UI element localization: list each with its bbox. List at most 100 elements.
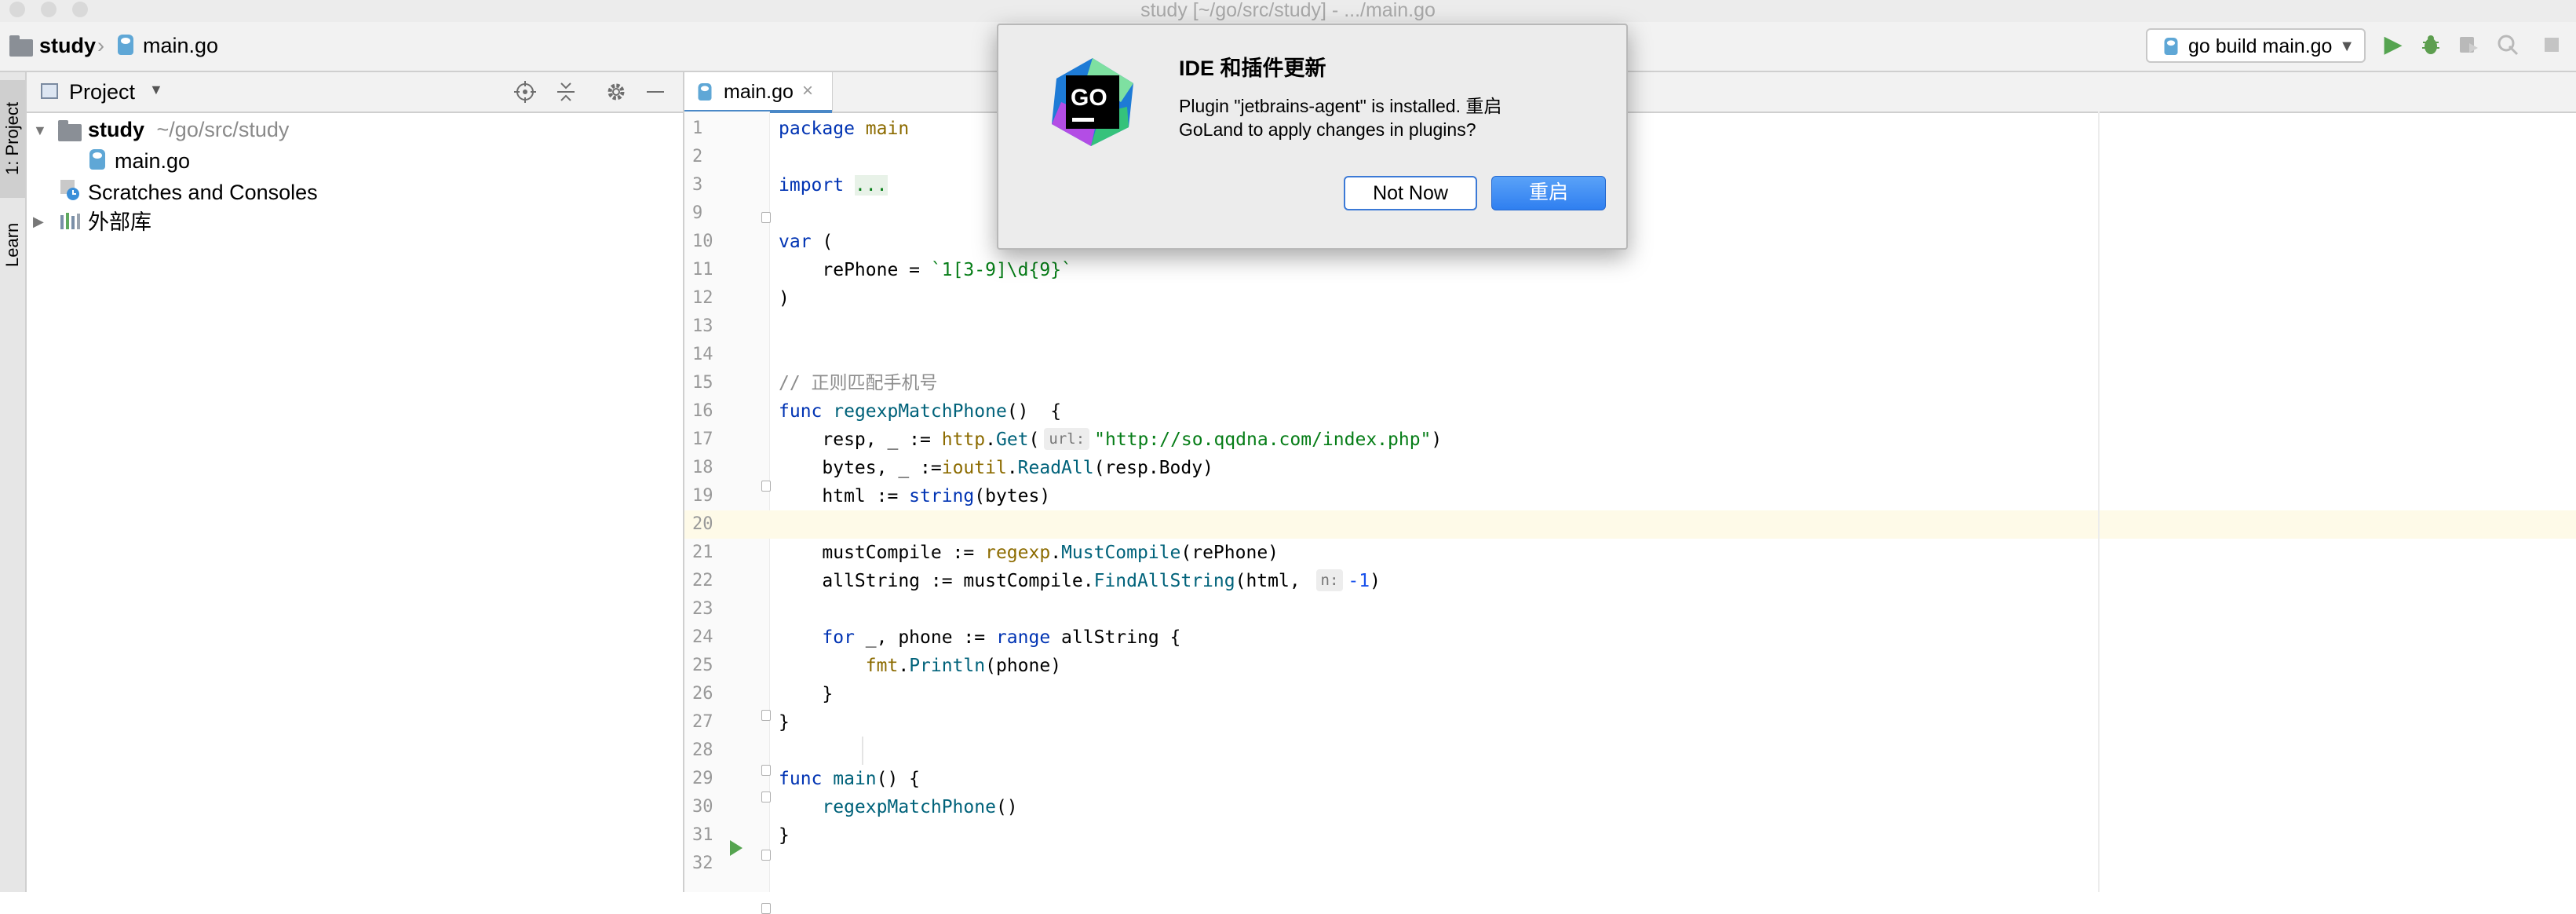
line-number: 18 <box>692 458 713 477</box>
tool-tab-project-label: 1: Project <box>2 102 22 176</box>
line-number: 14 <box>692 345 713 364</box>
gear-icon[interactable] <box>604 80 628 108</box>
goland-logo-icon: GO <box>1045 55 1140 149</box>
window-title-bar: study [~/go/src/study] - .../main.go <box>0 0 2576 22</box>
line-number: 24 <box>692 627 713 647</box>
code-line[interactable]: ) <box>779 284 790 313</box>
line-number: 22 <box>692 571 713 590</box>
code-line[interactable]: rePhone = `1[3-9]\d{9}` <box>779 256 1072 284</box>
line-number: 9 <box>692 203 703 223</box>
go-file-icon <box>89 149 105 170</box>
editor-tab-label: main.go <box>724 81 794 103</box>
breadcrumb-chevron-icon: › <box>97 34 104 57</box>
tool-tab-learn-label: Learn <box>2 222 22 268</box>
tree-root-name: study <box>88 118 145 141</box>
code-line[interactable]: mustCompile := regexp.MustCompile(rePhon… <box>779 539 1279 567</box>
tool-tab-project[interactable]: 1: Project <box>0 80 25 198</box>
code-line[interactable]: bytes, _ :=ioutil.ReadAll(resp.Body) <box>779 454 1213 482</box>
line-number: 20 <box>692 514 713 534</box>
code-line[interactable]: regexpMatchPhone() <box>779 793 1017 821</box>
line-number: 2 <box>692 147 703 166</box>
tree-root-item[interactable]: study ~/go/src/study <box>88 116 289 143</box>
expand-arrow-icon[interactable]: ▶ <box>33 214 44 230</box>
code-line[interactable]: } <box>779 821 790 850</box>
breadcrumb-file[interactable]: main.go <box>143 33 218 58</box>
line-number: 30 <box>692 797 713 817</box>
line-number: 27 <box>692 712 713 732</box>
stop-icon[interactable] <box>2540 33 2563 57</box>
code-line[interactable]: } <box>779 708 790 737</box>
parameter-hint: n: <box>1315 569 1344 591</box>
close-tab-icon[interactable]: × <box>802 79 813 104</box>
line-number: 26 <box>692 684 713 704</box>
editor-tab-main-go[interactable]: main.go × <box>684 72 833 113</box>
profile-icon[interactable] <box>2496 33 2519 57</box>
code-line[interactable]: import ... <box>779 171 888 199</box>
line-number: 29 <box>692 769 713 788</box>
line-number: 28 <box>692 740 713 760</box>
line-number: 17 <box>692 430 713 449</box>
code-line[interactable]: func main() { <box>779 765 920 793</box>
coverage-icon[interactable] <box>2457 33 2480 57</box>
fold-marker-icon[interactable] <box>761 850 771 861</box>
code-line[interactable]: package main <box>779 115 909 143</box>
locate-icon[interactable] <box>513 80 537 108</box>
run-icon[interactable]: ▶ <box>2381 33 2405 57</box>
code-line[interactable]: for _, phone := range allString { <box>779 623 1180 652</box>
folder-icon <box>58 120 82 141</box>
tool-tab-learn[interactable]: Learn <box>0 206 25 284</box>
fold-marker-icon[interactable] <box>761 903 771 914</box>
code-line[interactable]: resp, _ := http.Get(url: "http://so.qqdna… <box>779 426 1442 454</box>
parameter-hint: url: <box>1044 428 1090 450</box>
code-line[interactable]: func regexpMatchPhone() { <box>779 397 1061 426</box>
go-file-icon <box>118 35 133 55</box>
current-line-highlight <box>684 510 2576 539</box>
scratches-icon <box>60 179 80 205</box>
go-file-icon <box>2164 37 2178 56</box>
hide-icon[interactable] <box>647 91 664 93</box>
code-line[interactable]: // 正则匹配手机号 <box>779 369 938 397</box>
line-number: 23 <box>692 599 713 619</box>
not-now-button[interactable]: Not Now <box>1344 176 1477 210</box>
tree-scratches-item[interactable]: Scratches and Consoles <box>88 179 318 206</box>
dialog-title: IDE 和插件更新 <box>1179 57 1326 80</box>
chevron-down-icon: ▼ <box>2339 38 2355 55</box>
code-line[interactable]: fmt.Println(phone) <box>779 652 1061 680</box>
expand-arrow-icon[interactable]: ▼ <box>33 122 47 139</box>
logo-text: GO <box>1071 85 1107 111</box>
run-configuration-label: go build main.go <box>2188 35 2333 57</box>
line-number: 12 <box>692 288 713 308</box>
code-line[interactable]: } <box>779 680 833 708</box>
fold-marker-icon[interactable] <box>761 765 771 776</box>
line-number: 11 <box>692 260 713 280</box>
breadcrumb-project[interactable]: study <box>39 33 96 58</box>
debug-icon[interactable] <box>2419 33 2443 57</box>
run-configuration-select[interactable]: go build main.go ▼ <box>2146 28 2366 63</box>
project-view-icon <box>41 83 58 99</box>
run-gutter-icon[interactable] <box>730 840 743 856</box>
line-number: 16 <box>692 401 713 421</box>
dialog-message: Plugin "jetbrains-agent" is installed. 重… <box>1179 96 1502 140</box>
project-view-title[interactable]: Project <box>69 79 135 105</box>
folder-icon <box>9 35 33 57</box>
tool-window-strip: 1: Project Learn <box>0 72 27 892</box>
window-title: study [~/go/src/study] - .../main.go <box>1140 0 1436 21</box>
line-number: 15 <box>692 373 713 393</box>
fold-marker-icon[interactable] <box>761 212 771 223</box>
line-number: 21 <box>692 543 713 562</box>
collapse-all-icon[interactable] <box>554 80 578 108</box>
tree-file-item[interactable]: main.go <box>115 148 190 174</box>
editor-tab-bar: main.go × <box>684 72 2576 113</box>
fold-marker-icon[interactable] <box>761 792 771 802</box>
code-line[interactable]: html := string(bytes) <box>779 482 1050 510</box>
chevron-down-icon[interactable]: ▼ <box>149 82 163 98</box>
fold-marker-icon[interactable] <box>761 481 771 492</box>
code-line[interactable]: allString := mustCompile.FindAllString(h… <box>779 567 1381 595</box>
line-number: 25 <box>692 656 713 675</box>
code-line[interactable]: var ( <box>779 228 833 256</box>
tree-external-libs-item[interactable]: 外部库 <box>88 209 151 236</box>
plugin-update-dialog: GO IDE 和插件更新 Plugin "jetbrains-agent" is… <box>997 24 1628 250</box>
restart-button[interactable]: 重启 <box>1491 176 1606 210</box>
fold-marker-icon[interactable] <box>761 710 771 721</box>
line-number: 10 <box>692 232 713 251</box>
